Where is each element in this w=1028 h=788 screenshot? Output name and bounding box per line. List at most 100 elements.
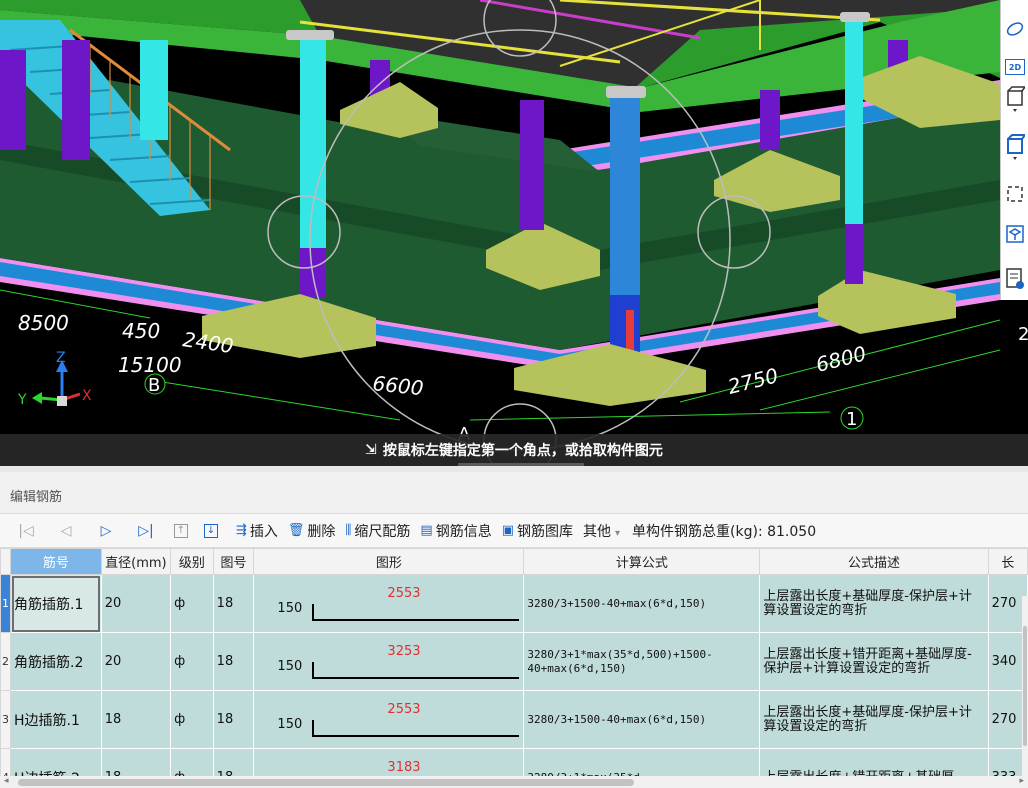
column-cap [840,12,870,22]
shape-hook-length: 150 [277,716,303,732]
column-header[interactable]: 计算公式 [523,548,761,575]
column [300,38,326,248]
edit-rebar-panel: 编辑钢筋 |◁ ◁ ▷ ▷| ↑ ↓ ⇶ 插入 🗑 删除 ⫼ 缩尺配筋 ▤ 钢筋… [0,472,1028,788]
table-row[interactable]: 1 角筋插筋.1 20 ф 18 150 2553 3280/3+1500-40+max(6*… [0,574,1028,633]
rebar-shape-figure: 1503183 [257,758,519,777]
move-down-icon[interactable]: ↓ [204,523,218,538]
column-header[interactable]: 图号 [212,548,255,575]
formula-cell[interactable]: 3280/3+1*max(35*d, [523,748,761,776]
scroll-left-icon[interactable]: ◂ [4,776,9,786]
gizmo-y-label: Y [17,392,27,408]
grade-cell[interactable]: ф [170,748,214,776]
nav-next-button[interactable]: ▷ [86,523,126,539]
table-row[interactable]: 4H边插筋.218ф1815031833280/3+1*max(35*d,上层露… [0,748,1028,777]
shape-cell[interactable]: 1503183 [253,748,525,777]
column-header[interactable]: 级别 [170,548,214,575]
pedestal [62,40,90,160]
rebar-library-button[interactable]: ▣ 钢筋图库 [502,521,573,541]
description-cell[interactable]: 上层露出长度+错开距离+基础厚度-保护层+计算设置设定的弯折 [759,632,989,691]
grade-cell[interactable]: ф [170,574,214,633]
3d-solid-box-icon[interactable] [1003,134,1027,160]
shape-cell[interactable]: 150 2553 [253,574,525,633]
select-region-icon[interactable] [1003,182,1027,208]
delete-button[interactable]: 🗑 删除 [288,521,336,541]
row-number[interactable]: 2 [0,632,11,691]
3d-viewport[interactable]: 8500 450 2400 15100 6600 2750 6800 B 1 A… [0,0,1028,466]
2d-view-icon[interactable]: 2D [1003,54,1027,80]
insert-label: 插入 [249,523,278,540]
shape-cell[interactable]: 150 2553 [253,690,525,749]
other-dropdown[interactable]: 其他 ▾ [583,521,620,541]
other-label: 其他 [583,523,611,540]
column-header[interactable]: 筋号 [10,548,102,575]
row-number[interactable]: 3 [0,690,11,749]
column [610,95,640,295]
column [845,20,863,224]
nav-last-button[interactable]: ▷| [126,523,166,539]
figure-number-cell[interactable]: 18 [212,632,255,691]
panel-title: 编辑钢筋 [0,472,1028,514]
column-cap [286,30,334,40]
pedestal [520,100,544,230]
axis-bubble-label: B [148,375,160,396]
column-header[interactable]: 图形 [253,548,525,575]
header-corner [0,548,11,575]
chevron-down-icon: ▾ [615,527,621,539]
rebar-shape-figure: 150 3253 [257,642,520,682]
rebar-name-cell[interactable]: H边插筋.1 [10,690,102,749]
rebar-settings-icon[interactable] [1003,266,1027,292]
description-cell[interactable]: 上层露出长度+基础厚度-保护层+计算设置设定的弯折 [759,690,989,749]
table-row[interactable]: 2 角筋插筋.2 20 ф 18 150 3253 3280/3+1*max(35*d,500… [0,632,1028,691]
shape-cell[interactable]: 150 3253 [253,632,525,691]
grade-cell[interactable]: ф [170,690,214,749]
trash-icon: 🗑 [287,523,305,538]
rebar-info-button[interactable]: ▤ 钢筋信息 [420,521,491,541]
shape-main-length: 3183 [387,759,421,775]
scroll-thumb[interactable] [1023,626,1027,746]
scale-rebar-button[interactable]: ⫼ 缩尺配筋 [345,521,410,541]
formula-cell[interactable]: 3280/3+1500-40+max(6*d,150) [523,574,761,633]
figure-number-cell[interactable]: 18 [212,574,255,633]
row-number[interactable]: 1 [0,574,11,633]
horizontal-scrollbar[interactable]: ◂ ▸ [0,776,1028,788]
insert-button[interactable]: ⇶ 插入 [236,521,278,541]
dimension-label: 450 [122,319,160,343]
pedestal [760,90,780,150]
figure-number-cell[interactable]: 18 [212,748,255,776]
row-number[interactable]: 4 [0,748,11,776]
description-cell[interactable]: 上层露出长度+错开距离+基础厚 [759,748,989,776]
vertical-scrollbar[interactable] [1022,596,1028,776]
column-header[interactable]: 直径(mm) [100,548,172,575]
column-header[interactable]: 长 [987,548,1028,575]
grade-cell[interactable]: ф [170,632,214,691]
formula-cell[interactable]: 3280/3+1500-40+max(6*d,150) [523,690,761,749]
model-scene[interactable]: 8500 450 2400 15100 6600 2750 6800 B 1 A… [0,0,1028,466]
axis-bubble-label: 2 [1018,324,1028,345]
orbit-icon[interactable] [1003,16,1027,42]
diameter-cell[interactable]: 20 [100,632,172,691]
nav-first-button[interactable]: |◁ [6,523,46,539]
rebar-name-cell[interactable]: 角筋插筋.1 [10,574,102,633]
rebar-shape-figure: 150 2553 [257,584,520,624]
column-cap [606,86,646,98]
shape-hook-length: 150 [277,600,303,616]
rebar-name-cell[interactable]: 角筋插筋.2 [10,632,102,691]
nav-prev-button[interactable]: ◁ [46,523,86,539]
diameter-cell[interactable]: 20 [100,574,172,633]
gizmo-z-label: Z [56,350,66,366]
scroll-thumb[interactable] [18,779,634,786]
3d-box-icon[interactable] [1003,86,1027,112]
column-header[interactable]: 公式描述 [759,548,989,575]
rebar-name-cell[interactable]: H边插筋.2 [10,748,102,776]
move-up-icon[interactable]: ↑ [174,523,188,538]
diameter-cell[interactable]: 18 [100,748,172,776]
diameter-cell[interactable]: 18 [100,690,172,749]
rebar-shape-figure: 150 2553 [257,700,520,740]
table-row[interactable]: 3 H边插筋.1 18 ф 18 150 2553 3280/3+1500-40+max(6*… [0,690,1028,749]
formula-cell[interactable]: 3280/3+1*max(35*d,500)+1500-40+max(6*d,1… [523,632,761,691]
component-view-icon[interactable] [1003,222,1027,248]
description-cell[interactable]: 上层露出长度+基础厚度-保护层+计算设置设定的弯折 [759,574,989,633]
scroll-right-icon[interactable]: ▸ [1019,776,1024,786]
figure-number-cell[interactable]: 18 [212,690,255,749]
rebar-info-label: 钢筋信息 [435,523,492,540]
